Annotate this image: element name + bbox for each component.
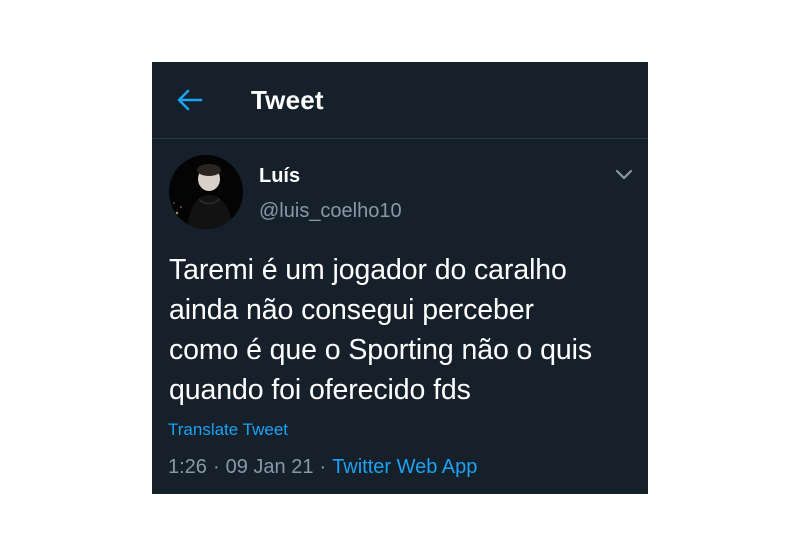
- tweet-source-link[interactable]: Twitter Web App: [332, 456, 477, 478]
- header-bar: Tweet: [152, 62, 648, 139]
- tweet-text: Taremi é um jogador do caralho ainda não…: [169, 254, 593, 406]
- chevron-down-icon: [615, 169, 633, 180]
- avatar[interactable]: [169, 155, 243, 229]
- author-handle[interactable]: @luis_coelho10: [259, 199, 402, 223]
- translate-tweet-link[interactable]: Translate Tweet: [168, 420, 288, 440]
- page-title: Tweet: [251, 85, 324, 115]
- meta-separator: ·: [212, 456, 220, 478]
- avatar-image: [169, 155, 243, 229]
- more-options-button[interactable]: [615, 168, 633, 180]
- tweet-time[interactable]: 1:26: [168, 456, 207, 478]
- tweet-meta: 1:26 · 09 Jan 21 · Twitter Web App: [168, 455, 477, 479]
- back-button[interactable]: [176, 88, 204, 112]
- author-display-name[interactable]: Luís: [259, 165, 300, 187]
- meta-separator: ·: [319, 456, 327, 478]
- tweet-date[interactable]: 09 Jan 21: [226, 456, 314, 478]
- tweet-panel: Tweet Luís @luis_coelho10 Taremi é um jo…: [152, 62, 648, 494]
- arrow-left-icon: [177, 89, 203, 111]
